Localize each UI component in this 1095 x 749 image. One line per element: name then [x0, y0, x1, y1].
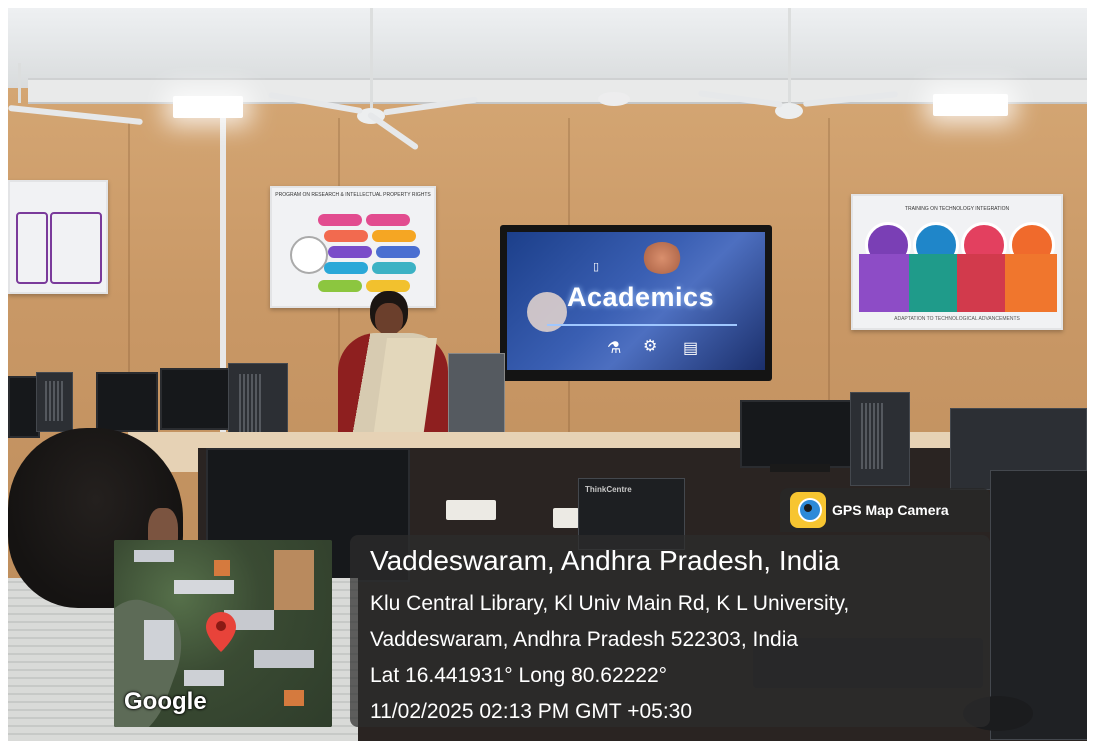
pc-brand-label: ThinkCentre	[585, 485, 632, 494]
screen-content: Academics ⚗ ⚙ ▤ ▯	[507, 232, 765, 370]
monitor	[96, 372, 158, 432]
address-line-1: Klu Central Library, Kl Univ Main Rd, K …	[370, 592, 850, 615]
ceiling	[8, 8, 1087, 88]
poster-footer: ADAPTATION TO TECHNOLOGICAL ADVANCEMENTS	[894, 316, 1020, 322]
map-logo: Google	[124, 688, 207, 715]
computer-tower	[36, 372, 73, 432]
speaker-fixture	[598, 92, 630, 106]
poster-left-edge	[8, 180, 108, 294]
gears-icon: ⚙	[643, 338, 658, 355]
datetime: 11/02/2025 02:13 PM GMT +05:30	[370, 700, 693, 723]
ceiling-light	[933, 94, 1008, 116]
flask-icon: ⚗	[607, 340, 622, 357]
brain-graphic	[642, 242, 682, 274]
power-socket	[446, 500, 496, 520]
map-pin-icon	[206, 612, 236, 652]
tv-title: Academics	[567, 282, 715, 312]
coordinates: Lat 16.441931° Long 80.62222°	[370, 664, 668, 687]
monitor	[160, 368, 232, 430]
hand-graphic	[527, 292, 567, 332]
location-title: Vaddeswaram, Andhra Pradesh, India	[370, 545, 840, 576]
map-field	[274, 550, 314, 610]
fan-rod	[370, 8, 373, 108]
monitor	[740, 400, 854, 468]
book-icon: ▤	[683, 340, 699, 357]
fan-rod	[18, 63, 21, 103]
computer-tower	[850, 392, 910, 486]
poster-research-ipr: PROGRAM ON RESEARCH & INTELLECTUAL PROPE…	[270, 186, 436, 308]
address-line-2: Vaddeswaram, Andhra Pradesh 522303, Indi…	[370, 628, 799, 651]
document-icon: ▯	[593, 261, 600, 273]
presenter-face	[375, 303, 403, 335]
power-socket	[553, 508, 579, 528]
poster-title: PROGRAM ON RESEARCH & INTELLECTUAL PROPE…	[275, 192, 431, 198]
gps-camera-app-icon	[790, 492, 826, 528]
poster-title: TRAINING ON TECHNOLOGY INTEGRATION	[904, 206, 1010, 212]
gps-app-name: GPS Map Camera	[832, 502, 949, 518]
ceiling-light	[173, 96, 243, 118]
display-screen: Academics ⚗ ⚙ ▤ ▯	[500, 225, 772, 381]
poster-technology-integration: TRAINING ON TECHNOLOGY INTEGRATION ADAPT…	[851, 194, 1063, 330]
fan-rod	[788, 8, 791, 103]
